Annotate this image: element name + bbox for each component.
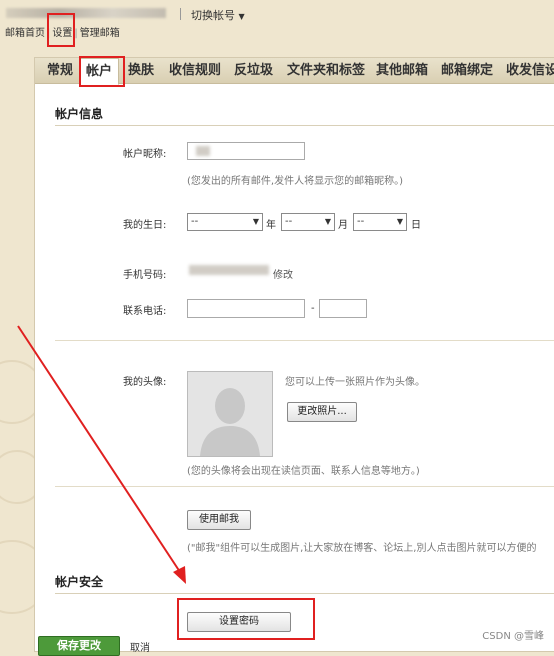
- watermark: CSDN @雪峰: [482, 631, 544, 642]
- annotation-arrow-icon: [17, 325, 186, 584]
